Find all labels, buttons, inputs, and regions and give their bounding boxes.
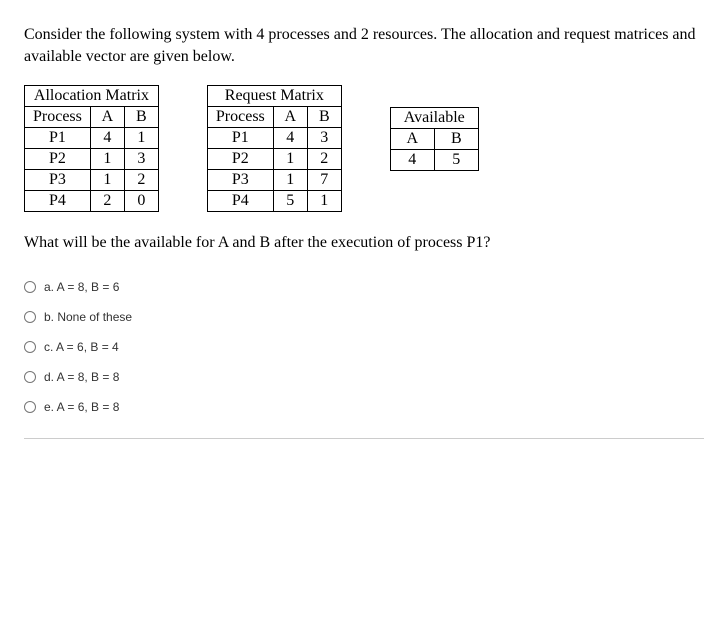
cell-b: 1 [307, 191, 341, 212]
cell-process: P4 [207, 191, 273, 212]
request-title: Request Matrix [207, 86, 341, 107]
cell-process: P1 [207, 128, 273, 149]
available-header-b: B [434, 129, 478, 150]
request-matrix: Request Matrix Process A B P1 4 3 P2 1 2 [207, 85, 342, 212]
allocation-title: Allocation Matrix [25, 86, 159, 107]
option-c-label: c. A = 6, B = 4 [44, 340, 119, 354]
question-container: Consider the following system with 4 pro… [24, 24, 704, 414]
available-b: 5 [434, 150, 478, 171]
cell-a: 1 [90, 149, 124, 170]
cell-b: 3 [307, 128, 341, 149]
cell-process: P4 [25, 191, 91, 212]
cell-b: 1 [124, 128, 158, 149]
option-c[interactable]: c. A = 6, B = 4 [24, 340, 704, 354]
radio-option-c[interactable] [24, 341, 36, 353]
allocation-matrix: Allocation Matrix Process A B P1 4 1 P2 … [24, 85, 159, 212]
allocation-header-process: Process [25, 107, 91, 128]
cell-a: 1 [273, 170, 307, 191]
cell-process: P2 [207, 149, 273, 170]
radio-option-a[interactable] [24, 281, 36, 293]
cell-b: 2 [124, 170, 158, 191]
cell-a: 2 [90, 191, 124, 212]
cell-b: 0 [124, 191, 158, 212]
cell-a: 5 [273, 191, 307, 212]
option-e[interactable]: e. A = 6, B = 8 [24, 400, 704, 414]
cell-process: P1 [25, 128, 91, 149]
question-intro: Consider the following system with 4 pro… [24, 24, 704, 67]
cell-b: 3 [124, 149, 158, 170]
table-row: P4 5 1 [207, 191, 341, 212]
table-row: P1 4 3 [207, 128, 341, 149]
allocation-header-b: B [124, 107, 158, 128]
cell-process: P3 [25, 170, 91, 191]
radio-option-d[interactable] [24, 371, 36, 383]
allocation-header-a: A [90, 107, 124, 128]
available-a: 4 [390, 150, 434, 171]
table-row: P4 2 0 [25, 191, 159, 212]
cell-b: 2 [307, 149, 341, 170]
available-vector: Available A B 4 5 [390, 107, 479, 212]
radio-option-b[interactable] [24, 311, 36, 323]
divider [24, 438, 704, 439]
option-b-label: b. None of these [44, 310, 132, 324]
cell-process: P2 [25, 149, 91, 170]
request-header-process: Process [207, 107, 273, 128]
cell-a: 4 [90, 128, 124, 149]
question-followup: What will be the available for A and B a… [24, 234, 704, 252]
option-b[interactable]: b. None of these [24, 310, 704, 324]
available-header-a: A [390, 129, 434, 150]
radio-option-e[interactable] [24, 401, 36, 413]
cell-a: 1 [90, 170, 124, 191]
table-row: 4 5 [390, 150, 478, 171]
table-row: P3 1 7 [207, 170, 341, 191]
option-e-label: e. A = 6, B = 8 [44, 400, 119, 414]
available-title: Available [390, 108, 478, 129]
table-row: P3 1 2 [25, 170, 159, 191]
table-row: P2 1 2 [207, 149, 341, 170]
answer-options: a. A = 8, B = 6 b. None of these c. A = … [24, 280, 704, 414]
matrices-container: Allocation Matrix Process A B P1 4 1 P2 … [24, 85, 704, 212]
option-a-label: a. A = 8, B = 6 [44, 280, 119, 294]
request-header-b: B [307, 107, 341, 128]
cell-a: 1 [273, 149, 307, 170]
cell-process: P3 [207, 170, 273, 191]
option-a[interactable]: a. A = 8, B = 6 [24, 280, 704, 294]
request-header-a: A [273, 107, 307, 128]
option-d[interactable]: d. A = 8, B = 8 [24, 370, 704, 384]
cell-b: 7 [307, 170, 341, 191]
table-row: P1 4 1 [25, 128, 159, 149]
table-row: P2 1 3 [25, 149, 159, 170]
cell-a: 4 [273, 128, 307, 149]
option-d-label: d. A = 8, B = 8 [44, 370, 119, 384]
